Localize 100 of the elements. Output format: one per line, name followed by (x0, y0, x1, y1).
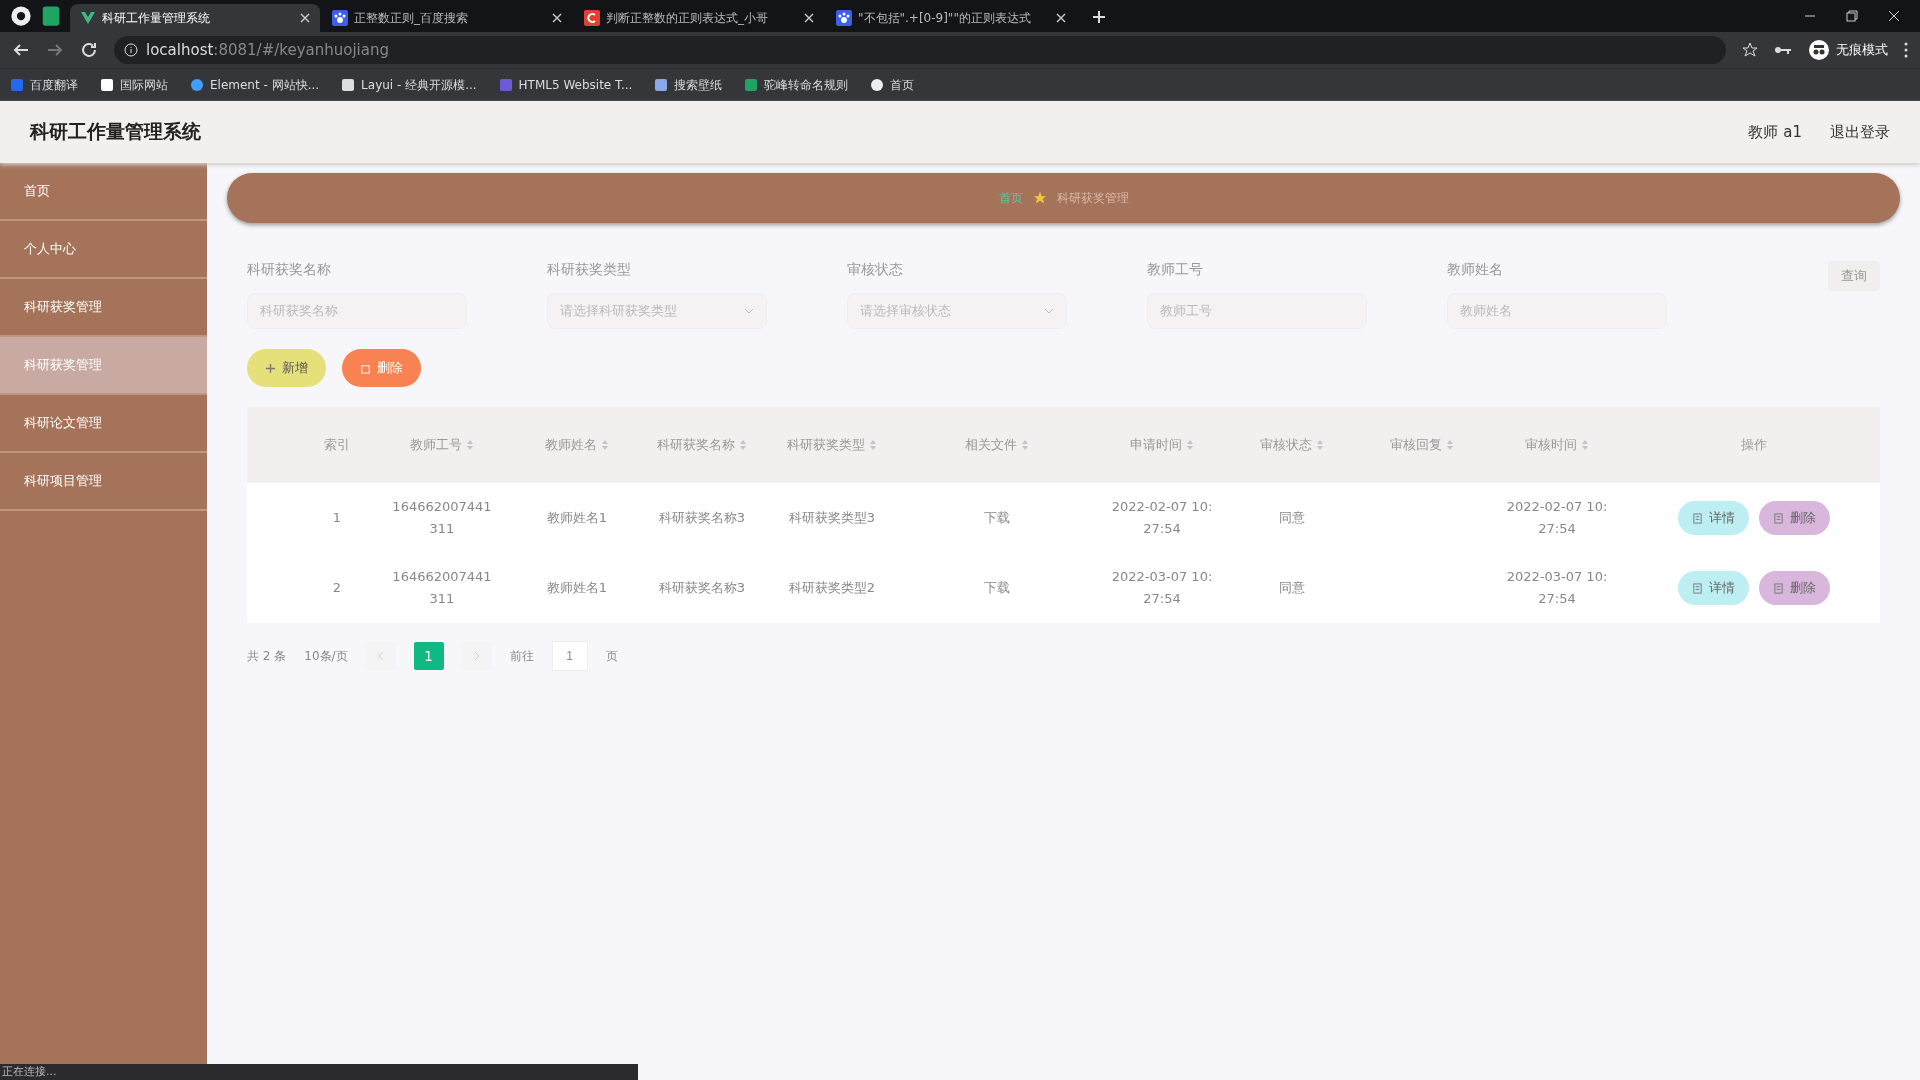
browser-tab[interactable]: 科研工作量管理系统 (70, 4, 320, 32)
download-link[interactable]: 下载 (984, 577, 1010, 599)
document-icon (1772, 512, 1784, 524)
table-cell-text: 同意 (1279, 509, 1305, 527)
page-input[interactable]: 1 (551, 641, 588, 671)
bookmark[interactable]: 搜索壁纸 (654, 76, 723, 94)
caret-icon (744, 308, 754, 314)
header-cell[interactable]: 相关文件 (897, 407, 1097, 483)
header-cell[interactable]: 申请时间 (1097, 407, 1227, 483)
header-cell[interactable]: 索引 (307, 407, 367, 483)
bookmark[interactable]: 驼峰转命名规则 (744, 76, 849, 94)
browser-tab[interactable]: "不包括".+[0-9]""的正则表达式 (826, 4, 1076, 32)
table-cell-text: 2022-02-07 10:27:54 (1505, 498, 1609, 538)
address-bar[interactable]: localhost:8081/#/keyanhuojiang (114, 36, 1726, 64)
table-cell-text: 2022-03-07 10:27:54 (1505, 568, 1609, 608)
header-cell[interactable]: 审核状态 (1227, 407, 1357, 483)
incognito-icon (1808, 39, 1830, 61)
table-cell-text: 同意 (1279, 579, 1305, 597)
chevron-left-icon (377, 651, 384, 661)
header-cell[interactable]: 教师姓名 (517, 407, 637, 483)
goto-label: 前往 (509, 647, 534, 665)
info-icon[interactable] (124, 43, 138, 57)
paw-icon (836, 10, 852, 26)
star-icon[interactable] (1742, 42, 1758, 58)
breadcrumb-current: 科研获奖管理 (1056, 189, 1129, 207)
key-icon[interactable] (1774, 44, 1792, 56)
app-title: 科研工作量管理系统 (30, 119, 202, 144)
browser-icon[interactable] (10, 5, 32, 27)
restore-icon[interactable] (1846, 10, 1858, 22)
header-cell[interactable]: 科研获奖类型 (767, 407, 897, 483)
header-cell[interactable]: 审核时间 (1487, 407, 1627, 483)
incognito-profile[interactable]: 无痕模式 (1808, 39, 1888, 61)
page-unit: 页 (605, 647, 618, 665)
status-bar: 正在连接... (0, 1064, 638, 1080)
column-label: 审核回复 (1390, 436, 1442, 454)
delete-button[interactable]: 删除 (1758, 571, 1830, 605)
bookmark-icon (744, 78, 759, 92)
bookmark[interactable]: 百度翻译 (10, 76, 78, 94)
sidebar-item[interactable]: 个人中心 (0, 221, 207, 279)
add-button[interactable]: 新增 (247, 349, 326, 387)
page-size-select[interactable]: 10条/页 (304, 647, 348, 665)
table-cell-text: 2022-03-07 10:27:54 (1110, 568, 1214, 608)
new-tab-icon[interactable] (1092, 10, 1106, 24)
filter-label: 教师姓名 (1447, 261, 1504, 279)
sidebar-item[interactable]: 首页 (0, 163, 207, 221)
header-cell[interactable]: 操作 (1627, 407, 1880, 483)
bookmark[interactable]: Layui - 经典开源模... (341, 76, 477, 94)
filter-label: 审核状态 (847, 261, 904, 279)
document-icon (1691, 582, 1703, 594)
filter-label: 教师工号 (1147, 261, 1204, 279)
browser-tab[interactable]: 正整数正则_百度搜索 (322, 4, 572, 32)
close-icon[interactable] (1056, 13, 1066, 23)
header-cell[interactable]: 教师工号 (367, 407, 517, 483)
close-icon[interactable] (1888, 10, 1900, 22)
breadcrumb-link[interactable]: 首页 (998, 189, 1023, 207)
user-name: 教师 a1 (1748, 122, 1802, 142)
table-cell-text: 科研获奖类型3 (788, 509, 876, 527)
sidebar-item[interactable]: 科研获奖管理 (0, 337, 207, 395)
bookmark-icon (100, 78, 114, 92)
bookmark-icon (654, 78, 669, 92)
column-label: 索引 (324, 436, 350, 454)
page-button[interactable]: 1 (413, 642, 444, 670)
delete-button[interactable]: 删除 (1758, 501, 1830, 535)
column-label: 审核时间 (1525, 436, 1577, 454)
bookmark[interactable]: Element - 网站快... (190, 76, 320, 94)
table-cell-text: 164662007441311 (391, 568, 493, 608)
header-cell[interactable]: 审核回复 (1357, 407, 1487, 483)
sidebar-item[interactable]: 科研项目管理 (0, 453, 207, 511)
column-label: 操作 (1740, 436, 1767, 454)
close-icon[interactable] (552, 13, 562, 23)
column-label: 相关文件 (965, 436, 1017, 454)
bookmark[interactable]: 国际网站 (100, 76, 168, 94)
bookmark[interactable]: 首页 (870, 76, 915, 94)
table-cell-text: 教师姓名1 (546, 579, 608, 597)
table-cell-text: 科研获奖类型2 (788, 579, 876, 597)
table-cell-text: 科研获奖名称3 (658, 509, 746, 527)
download-link[interactable]: 下载 (984, 507, 1010, 529)
column-label: 教师工号 (410, 436, 462, 454)
bookmark[interactable]: HTML5 Website T... (498, 78, 633, 92)
detail-button[interactable]: 详情 (1677, 501, 1749, 535)
header-cell[interactable]: 科研获奖名称 (637, 407, 767, 483)
delete-button[interactable]: 删除 (342, 349, 421, 387)
column-label: 审核状态 (1260, 436, 1312, 454)
close-icon[interactable] (300, 13, 310, 23)
sheet-icon[interactable] (40, 5, 62, 27)
logout-link[interactable]: 退出登录 (1830, 122, 1890, 142)
browser-tab[interactable]: 判断正整数的正则表达式_小哥 (574, 4, 824, 32)
column-label: 申请时间 (1130, 436, 1182, 454)
table-cell-text: 1 (332, 509, 342, 527)
sidebar-item[interactable]: 科研论文管理 (0, 395, 207, 453)
detail-button[interactable]: 详情 (1677, 571, 1749, 605)
column-label: 教师姓名 (545, 436, 597, 454)
close-icon[interactable] (804, 13, 814, 23)
search-button[interactable]: 查询 (1828, 261, 1880, 291)
bookmark-icon (10, 78, 24, 92)
filter-label: 科研获奖名称 (247, 261, 332, 279)
reload-icon[interactable] (80, 41, 98, 59)
table-cell-text: 科研获奖名称3 (658, 579, 746, 597)
menu-icon[interactable] (1904, 42, 1908, 58)
filter-label: 科研获奖类型 (547, 261, 632, 279)
